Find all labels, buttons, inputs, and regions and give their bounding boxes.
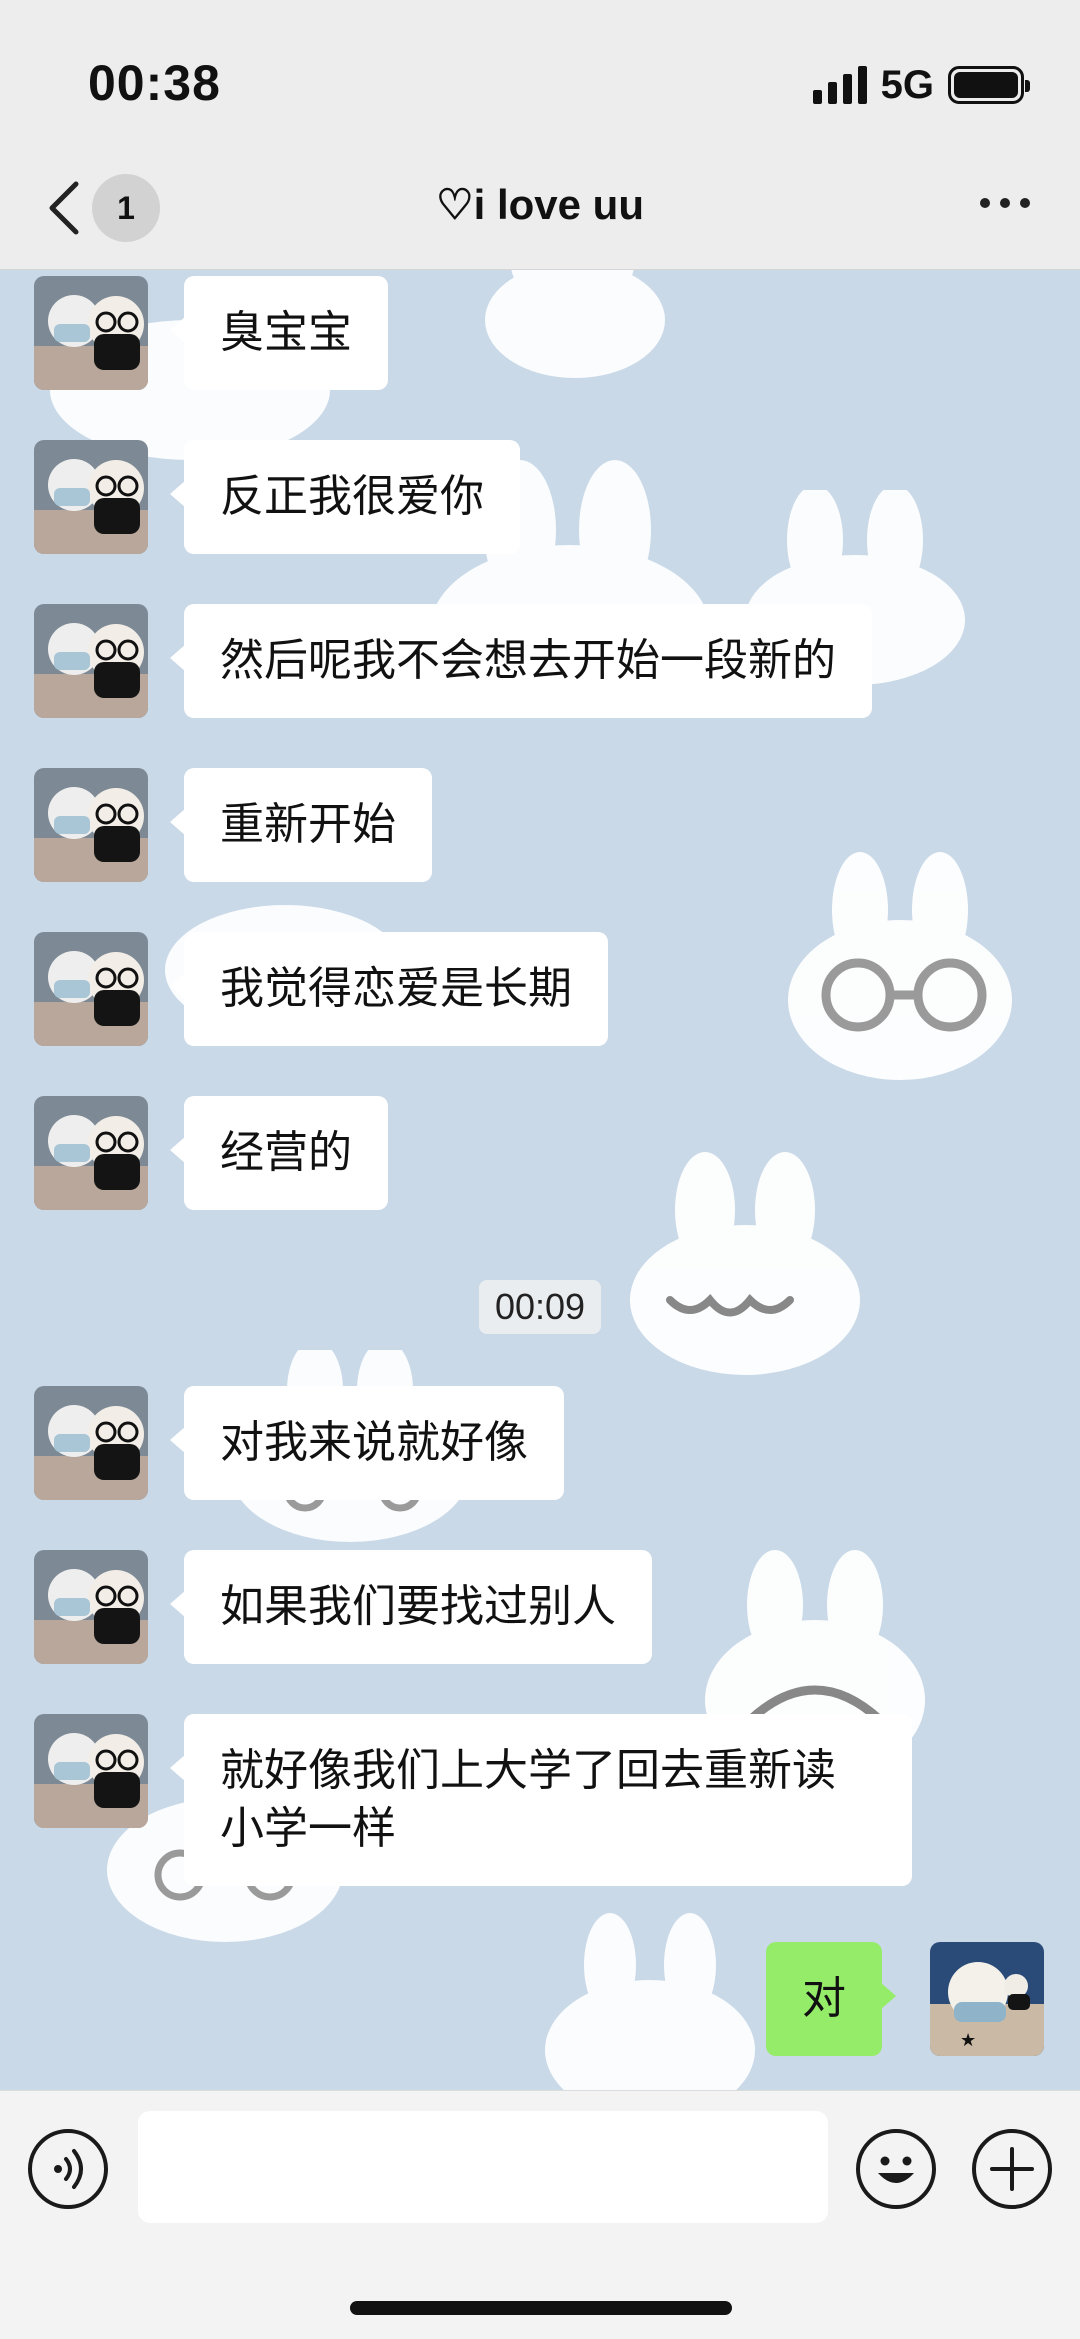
message-bubble[interactable]: 我觉得恋爱是长期	[170, 932, 608, 1046]
avatar-icon	[34, 768, 148, 882]
avatar[interactable]	[34, 604, 148, 718]
plus-button[interactable]	[972, 2129, 1052, 2209]
home-indicator[interactable]	[350, 2301, 732, 2315]
time-separator-label: 00:09	[478, 1280, 602, 1334]
status-icons: 5G	[812, 60, 1030, 110]
avatar-icon	[34, 932, 148, 1046]
signal-icon	[812, 66, 867, 104]
message-bubble[interactable]: 就好像我们上大学了回去重新读小学一样	[170, 1714, 912, 1886]
bunny-decoration-icon	[485, 270, 665, 378]
avatar[interactable]	[34, 1550, 148, 1664]
avatar-icon	[34, 1386, 148, 1500]
bunny-smile-decoration-icon	[630, 1152, 860, 1375]
avatar[interactable]	[34, 932, 148, 1046]
message-bubble[interactable]: 如果我们要找过别人	[170, 1550, 652, 1664]
bunny-glasses-decoration-icon	[788, 852, 1012, 1080]
time-separator: 00:09	[0, 1280, 1080, 1334]
message-bubble[interactable]: 重新开始	[170, 768, 432, 882]
avatar[interactable]	[34, 1714, 148, 1828]
avatar[interactable]	[34, 276, 148, 390]
message-bubble[interactable]: 反正我很爱你	[170, 440, 520, 554]
emoji-icon	[878, 2156, 914, 2183]
emoji-button[interactable]	[856, 2129, 936, 2209]
chat-title: ♡i love uu	[435, 181, 644, 228]
message-bubble[interactable]: 臭宝宝	[170, 276, 388, 390]
avatar[interactable]	[34, 1096, 148, 1210]
avatar[interactable]	[34, 440, 148, 554]
avatar[interactable]	[34, 1386, 148, 1500]
status-time: 00:38	[88, 55, 221, 111]
svg-text:★: ★	[960, 2030, 976, 2051]
network-label: 5G	[880, 62, 934, 107]
message-bubble[interactable]: 然后呢我不会想去开始一段新的	[170, 604, 872, 718]
more-button[interactable]	[970, 188, 1040, 218]
voice-icon	[54, 2149, 83, 2189]
voice-button[interactable]	[28, 2129, 108, 2209]
message-input[interactable]	[138, 2111, 828, 2223]
avatar-icon	[34, 276, 148, 390]
bunny-decoration-icon	[545, 1913, 755, 2090]
avatar-icon	[34, 1714, 148, 1828]
avatar-icon	[34, 440, 148, 554]
message-bubble-outgoing[interactable]: 对	[766, 1942, 896, 2056]
battery-icon	[948, 66, 1030, 104]
self-avatar[interactable]: ★	[930, 1942, 1044, 2056]
avatar-icon	[34, 604, 148, 718]
more-icon	[980, 198, 990, 208]
avatar-icon	[34, 1096, 148, 1210]
message-bubble[interactable]: 经营的	[170, 1096, 388, 1210]
avatar-icon	[34, 1550, 148, 1664]
top-bar: 00:38 5G 1 ♡i love uu	[0, 0, 1080, 270]
chat-area[interactable]: 臭宝宝 反正我很爱你 然后呢我不会想去开始一段新的 重新开始 我觉得恋爱是长期 …	[0, 270, 1080, 2090]
plus-icon	[990, 2147, 1034, 2191]
input-bar	[0, 2090, 1080, 2339]
avatar-icon: ★	[930, 1942, 1044, 2056]
avatar[interactable]	[34, 768, 148, 882]
message-bubble[interactable]: 对我来说就好像	[170, 1386, 564, 1500]
